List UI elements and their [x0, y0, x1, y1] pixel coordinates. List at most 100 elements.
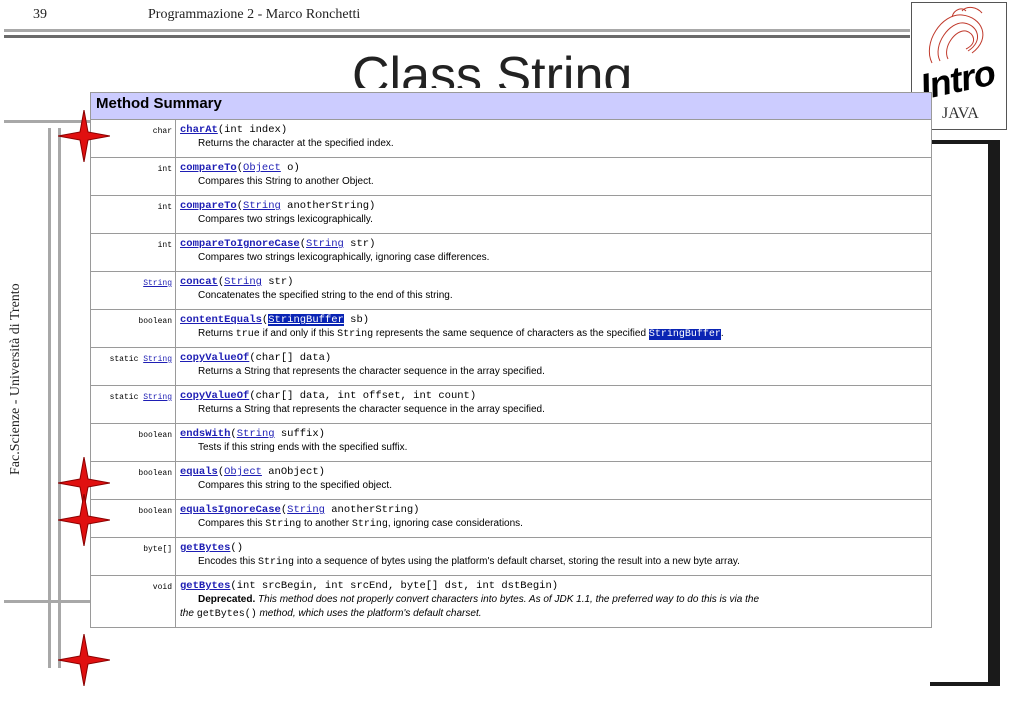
desc-part: , ignoring case considerations.: [387, 518, 523, 529]
signature: (int index): [217, 124, 288, 136]
table-row: static String copyValueOf(char[] data) R…: [90, 347, 932, 386]
method-description: Returns true if and only if this String …: [180, 327, 928, 342]
method-link-getBytes[interactable]: getBytes: [180, 542, 230, 554]
modifier: static: [109, 393, 144, 402]
return-type-link[interactable]: String: [143, 279, 172, 288]
method-description: Encodes this String into a sequence of b…: [180, 555, 928, 570]
desc-code: true: [235, 329, 260, 340]
left-frame-outer: [48, 128, 51, 668]
return-type: boolean: [90, 423, 176, 462]
param-type-link[interactable]: String: [287, 504, 325, 516]
return-type: int: [90, 195, 176, 234]
param-type-link[interactable]: String: [224, 276, 262, 288]
left-rule-lower: [4, 600, 90, 603]
method-cell: compareTo(String anotherString) Compares…: [175, 195, 932, 234]
method-link-equals[interactable]: equals: [180, 466, 218, 478]
return-type-link[interactable]: String: [143, 355, 172, 364]
desc-part: represents the same sequence of characte…: [373, 328, 649, 339]
desc-part: if and only if this: [259, 328, 338, 339]
desc-part: into a sequence of bytes using the platf…: [294, 556, 740, 567]
method-link-equalsIgnoreCase[interactable]: equalsIgnoreCase: [180, 504, 281, 516]
desc-part: Returns: [198, 328, 236, 339]
desc-code: String: [351, 519, 388, 530]
table-row: boolean equals(Object anObject) Compares…: [90, 461, 932, 500]
frame-right-bottom: [930, 682, 1000, 686]
desc-part: the: [180, 608, 197, 619]
return-type: String: [90, 271, 176, 310]
table-row: static String copyValueOf(char[] data, i…: [90, 385, 932, 424]
desc-code: String: [337, 329, 374, 340]
method-link-concat[interactable]: concat: [180, 276, 218, 288]
table-row: int compareTo(Object o) Compares this St…: [90, 157, 932, 196]
slide-header: Programmazione 2 - Marco Ronchetti: [148, 7, 361, 22]
desc-code: String: [265, 519, 302, 530]
method-cell: endsWith(String suffix) Tests if this st…: [175, 423, 932, 462]
method-description: Returns a String that represents the cha…: [198, 404, 545, 415]
method-cell: copyValueOf(char[] data) Returns a Strin…: [175, 347, 932, 386]
signature: (char[] data, int offset, int count): [249, 390, 477, 402]
table-row: byte[] getBytes() Encodes this String in…: [90, 537, 932, 576]
signature: str): [261, 276, 294, 288]
red-star-icon: [58, 634, 110, 686]
method-cell: copyValueOf(char[] data, int offset, int…: [175, 385, 932, 424]
method-link-copyValueOf[interactable]: copyValueOf: [180, 352, 249, 364]
method-description: Compares this string to the specified ob…: [198, 480, 392, 491]
table-row: void getBytes(int srcBegin, int srcEnd, …: [90, 575, 932, 628]
method-link-compareToIgnoreCase[interactable]: compareToIgnoreCase: [180, 238, 300, 250]
method-link-compareTo[interactable]: compareTo: [180, 162, 237, 174]
desc-part: Encodes this: [198, 556, 259, 567]
method-summary-table: Method Summary char charAt(int index) Re…: [90, 92, 932, 628]
method-cell: contentEquals(StringBuffer sb) Returns t…: [175, 309, 932, 348]
return-type-link[interactable]: String: [143, 393, 172, 402]
table-row: int compareTo(String anotherString) Comp…: [90, 195, 932, 234]
signature: (): [230, 542, 244, 554]
param-type-link-highlighted[interactable]: StringBuffer: [268, 314, 344, 326]
frame-right: [988, 140, 1000, 686]
method-description: Compares two strings lexicographically, …: [198, 252, 490, 263]
method-cell: equals(Object anObject) Compares this st…: [175, 461, 932, 500]
method-cell: compareTo(Object o) Compares this String…: [175, 157, 932, 196]
return-type: void: [90, 575, 176, 628]
desc-part: .: [720, 328, 724, 339]
table-row: boolean contentEquals(StringBuffer sb) R…: [90, 309, 932, 348]
return-type: int: [90, 233, 176, 272]
param-type-link[interactable]: String: [306, 238, 344, 250]
method-link-compareTo[interactable]: compareTo: [180, 200, 237, 212]
method-description: Concatenates the specified string to the…: [198, 290, 453, 301]
method-link-contentEquals[interactable]: contentEquals: [180, 314, 262, 326]
method-link-endsWith[interactable]: endsWith: [180, 428, 230, 440]
param-type-link[interactable]: String: [243, 200, 281, 212]
method-description: Returns the character at the specified i…: [198, 138, 394, 149]
method-description: Compares two strings lexicographically.: [198, 214, 373, 225]
param-type-link[interactable]: String: [237, 428, 275, 440]
signature: sb): [343, 314, 370, 326]
return-type: static String: [90, 347, 176, 386]
desc-code-highlighted[interactable]: StringBuffer: [648, 329, 721, 340]
table-row: String concat(String str) Concatenates t…: [90, 271, 932, 310]
param-type-link[interactable]: Object: [243, 162, 281, 174]
return-type: static String: [90, 385, 176, 424]
modifier: static: [109, 355, 144, 364]
param-type-link[interactable]: Object: [224, 466, 262, 478]
signature: anotherString): [280, 200, 376, 212]
signature: anObject): [261, 466, 325, 478]
method-cell: charAt(int index) Returns the character …: [175, 119, 932, 158]
method-description-deprecated: Deprecated. This method does not properl…: [180, 593, 928, 622]
method-link-charAt[interactable]: charAt: [180, 124, 218, 136]
signature: (int srcBegin, int srcEnd, byte[] dst, i…: [230, 580, 559, 592]
desc-part: This method does not properly convert ch…: [255, 594, 760, 605]
method-link-copyValueOf[interactable]: copyValueOf: [180, 390, 249, 402]
logo-sub: JAVA: [942, 105, 979, 122]
slide-number: 39: [33, 7, 47, 22]
method-cell: equalsIgnoreCase(String anotherString) C…: [175, 499, 932, 538]
left-frame-inner: [58, 128, 61, 668]
table-row: int compareToIgnoreCase(String str) Comp…: [90, 233, 932, 272]
method-cell: getBytes() Encodes this String into a se…: [175, 537, 932, 576]
signature: anotherString): [324, 504, 420, 516]
summary-header: Method Summary: [90, 92, 932, 120]
desc-code: String: [258, 557, 295, 568]
table-row: char charAt(int index) Returns the chara…: [90, 119, 932, 158]
signature: (char[] data): [249, 352, 332, 364]
method-link-getBytes[interactable]: getBytes: [180, 580, 230, 592]
summary-header-row: Method Summary: [90, 92, 932, 120]
